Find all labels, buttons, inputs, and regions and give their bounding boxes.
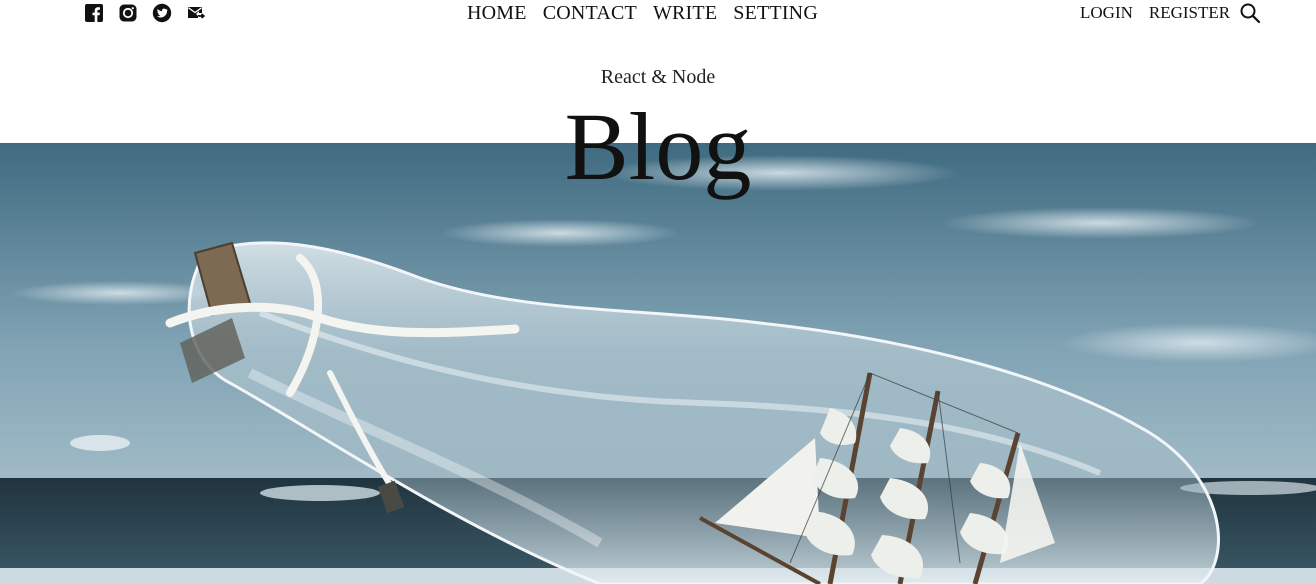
login-link[interactable]: LOGIN — [1080, 0, 1133, 26]
register-link[interactable]: REGISTER — [1149, 0, 1230, 26]
social-links — [84, 3, 206, 23]
facebook-icon[interactable] — [84, 3, 104, 23]
search-icon[interactable] — [1239, 2, 1261, 24]
mail-icon[interactable] — [186, 3, 206, 23]
top-bar: HOME CONTACT WRITE SETTING LOGIN REGISTE… — [0, 0, 1316, 28]
bottle-ship-image — [0, 143, 1316, 584]
auth-links: LOGIN REGISTER — [1080, 0, 1230, 26]
menu-item-setting[interactable]: SETTING — [733, 0, 818, 27]
site-title: Blog — [564, 93, 752, 200]
menu-item-write[interactable]: WRITE — [653, 0, 717, 27]
twitter-icon[interactable] — [152, 3, 172, 23]
page: HOME CONTACT WRITE SETTING LOGIN REGISTE… — [0, 0, 1316, 584]
instagram-icon[interactable] — [118, 3, 138, 23]
menu-item-home[interactable]: HOME — [467, 0, 527, 27]
menu-item-contact[interactable]: CONTACT — [543, 0, 637, 27]
site-subtitle: React & Node — [600, 66, 716, 88]
hero-image — [0, 143, 1316, 584]
main-menu: HOME CONTACT WRITE SETTING — [467, 0, 818, 27]
